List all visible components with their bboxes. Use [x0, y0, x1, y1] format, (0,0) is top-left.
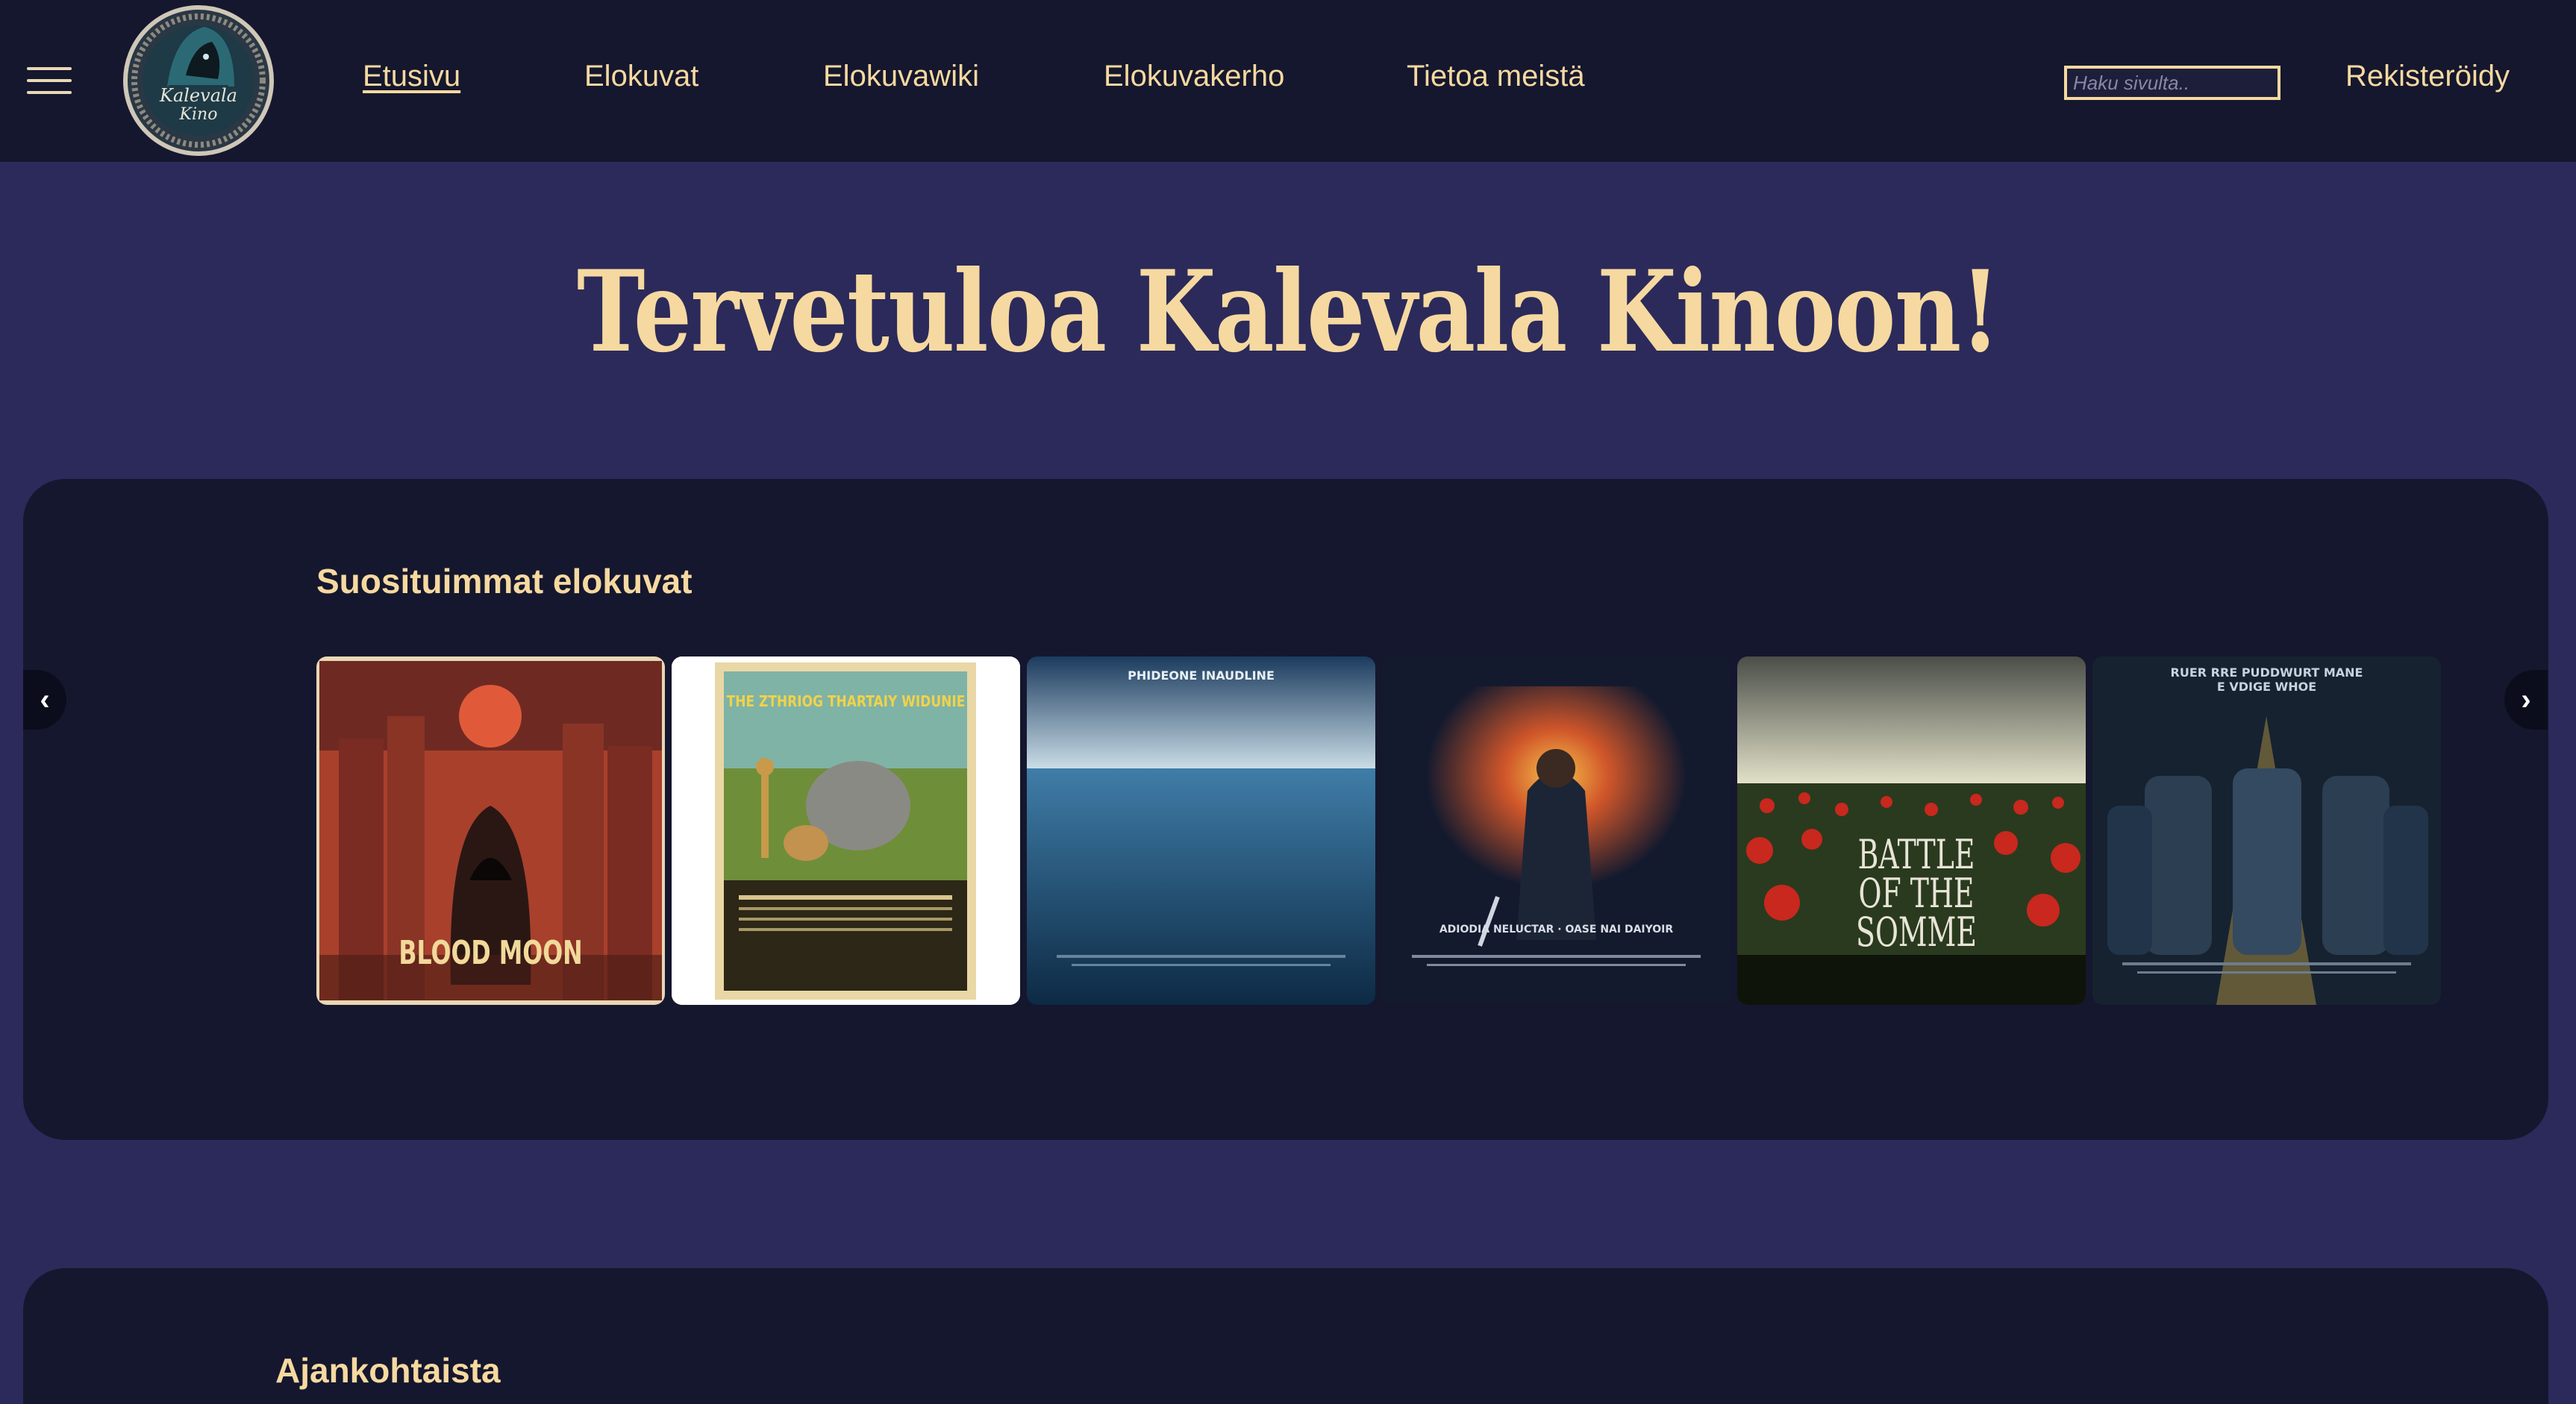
site-header: Kalevala Kino Etusivu Elokuvat Elokuvawi…	[0, 0, 2576, 162]
movie-poster-5[interactable]: BATTLE OF THE SOMME	[1737, 656, 2086, 1005]
page-title: Tervetuloa Kalevala Kinoon!	[576, 246, 2001, 377]
news-heading: Ajankohtaista	[275, 1351, 501, 1390]
movie-poster-6[interactable]: RUER RRE PUDDWURT MANE E VDIGE WHOE	[2092, 656, 2441, 1005]
nav-link-etusivu[interactable]: Etusivu	[363, 60, 460, 93]
poster-6-title: RUER RRE PUDDWURT MANE E VDIGE WHOE	[2170, 665, 2363, 694]
movie-poster-2[interactable]: THE ZTHRIOG THARTAIY WIDUNIE	[672, 656, 1020, 1005]
nav-link-elokuvawiki[interactable]: Elokuvawiki	[823, 60, 979, 93]
poster-5-title: BATTLE OF THE SOMME	[1856, 831, 1977, 956]
site-logo[interactable]: Kalevala Kino	[122, 4, 275, 157]
nav-link-tietoa-meista[interactable]: Tietoa meistä	[1407, 60, 1585, 93]
popular-movies-heading: Suosituimmat elokuvat	[316, 562, 693, 601]
poster-2-title: THE ZTHRIOG THARTAIY WIDUNIE	[726, 692, 966, 710]
svg-text:Kino: Kino	[179, 105, 218, 124]
hamburger-menu-icon[interactable]	[27, 66, 72, 95]
svg-text:Kalevala: Kalevala	[159, 85, 237, 106]
poster-4-title: ADIODIA NELUCTAR · OASE NAI DAIYOIR	[1439, 924, 1674, 936]
register-link[interactable]: Rekisteröidy	[2345, 60, 2510, 93]
movie-poster-3[interactable]: PHIDEONE INAUDLINE	[1027, 656, 1375, 1005]
movie-poster-1[interactable]: BLOOD MOON	[316, 656, 665, 1005]
nav-link-elokuvakerho[interactable]: Elokuvakerho	[1104, 60, 1284, 93]
poster-3-title: PHIDEONE INAUDLINE	[1128, 668, 1275, 683]
search-input[interactable]	[2064, 66, 2280, 100]
movie-poster-4[interactable]: ADIODIA NELUCTAR · OASE NAI DAIYOIR	[1382, 656, 1731, 1005]
poster-1-title: BLOOD MOON	[398, 934, 583, 972]
nav-link-elokuvat[interactable]: Elokuvat	[584, 60, 698, 93]
